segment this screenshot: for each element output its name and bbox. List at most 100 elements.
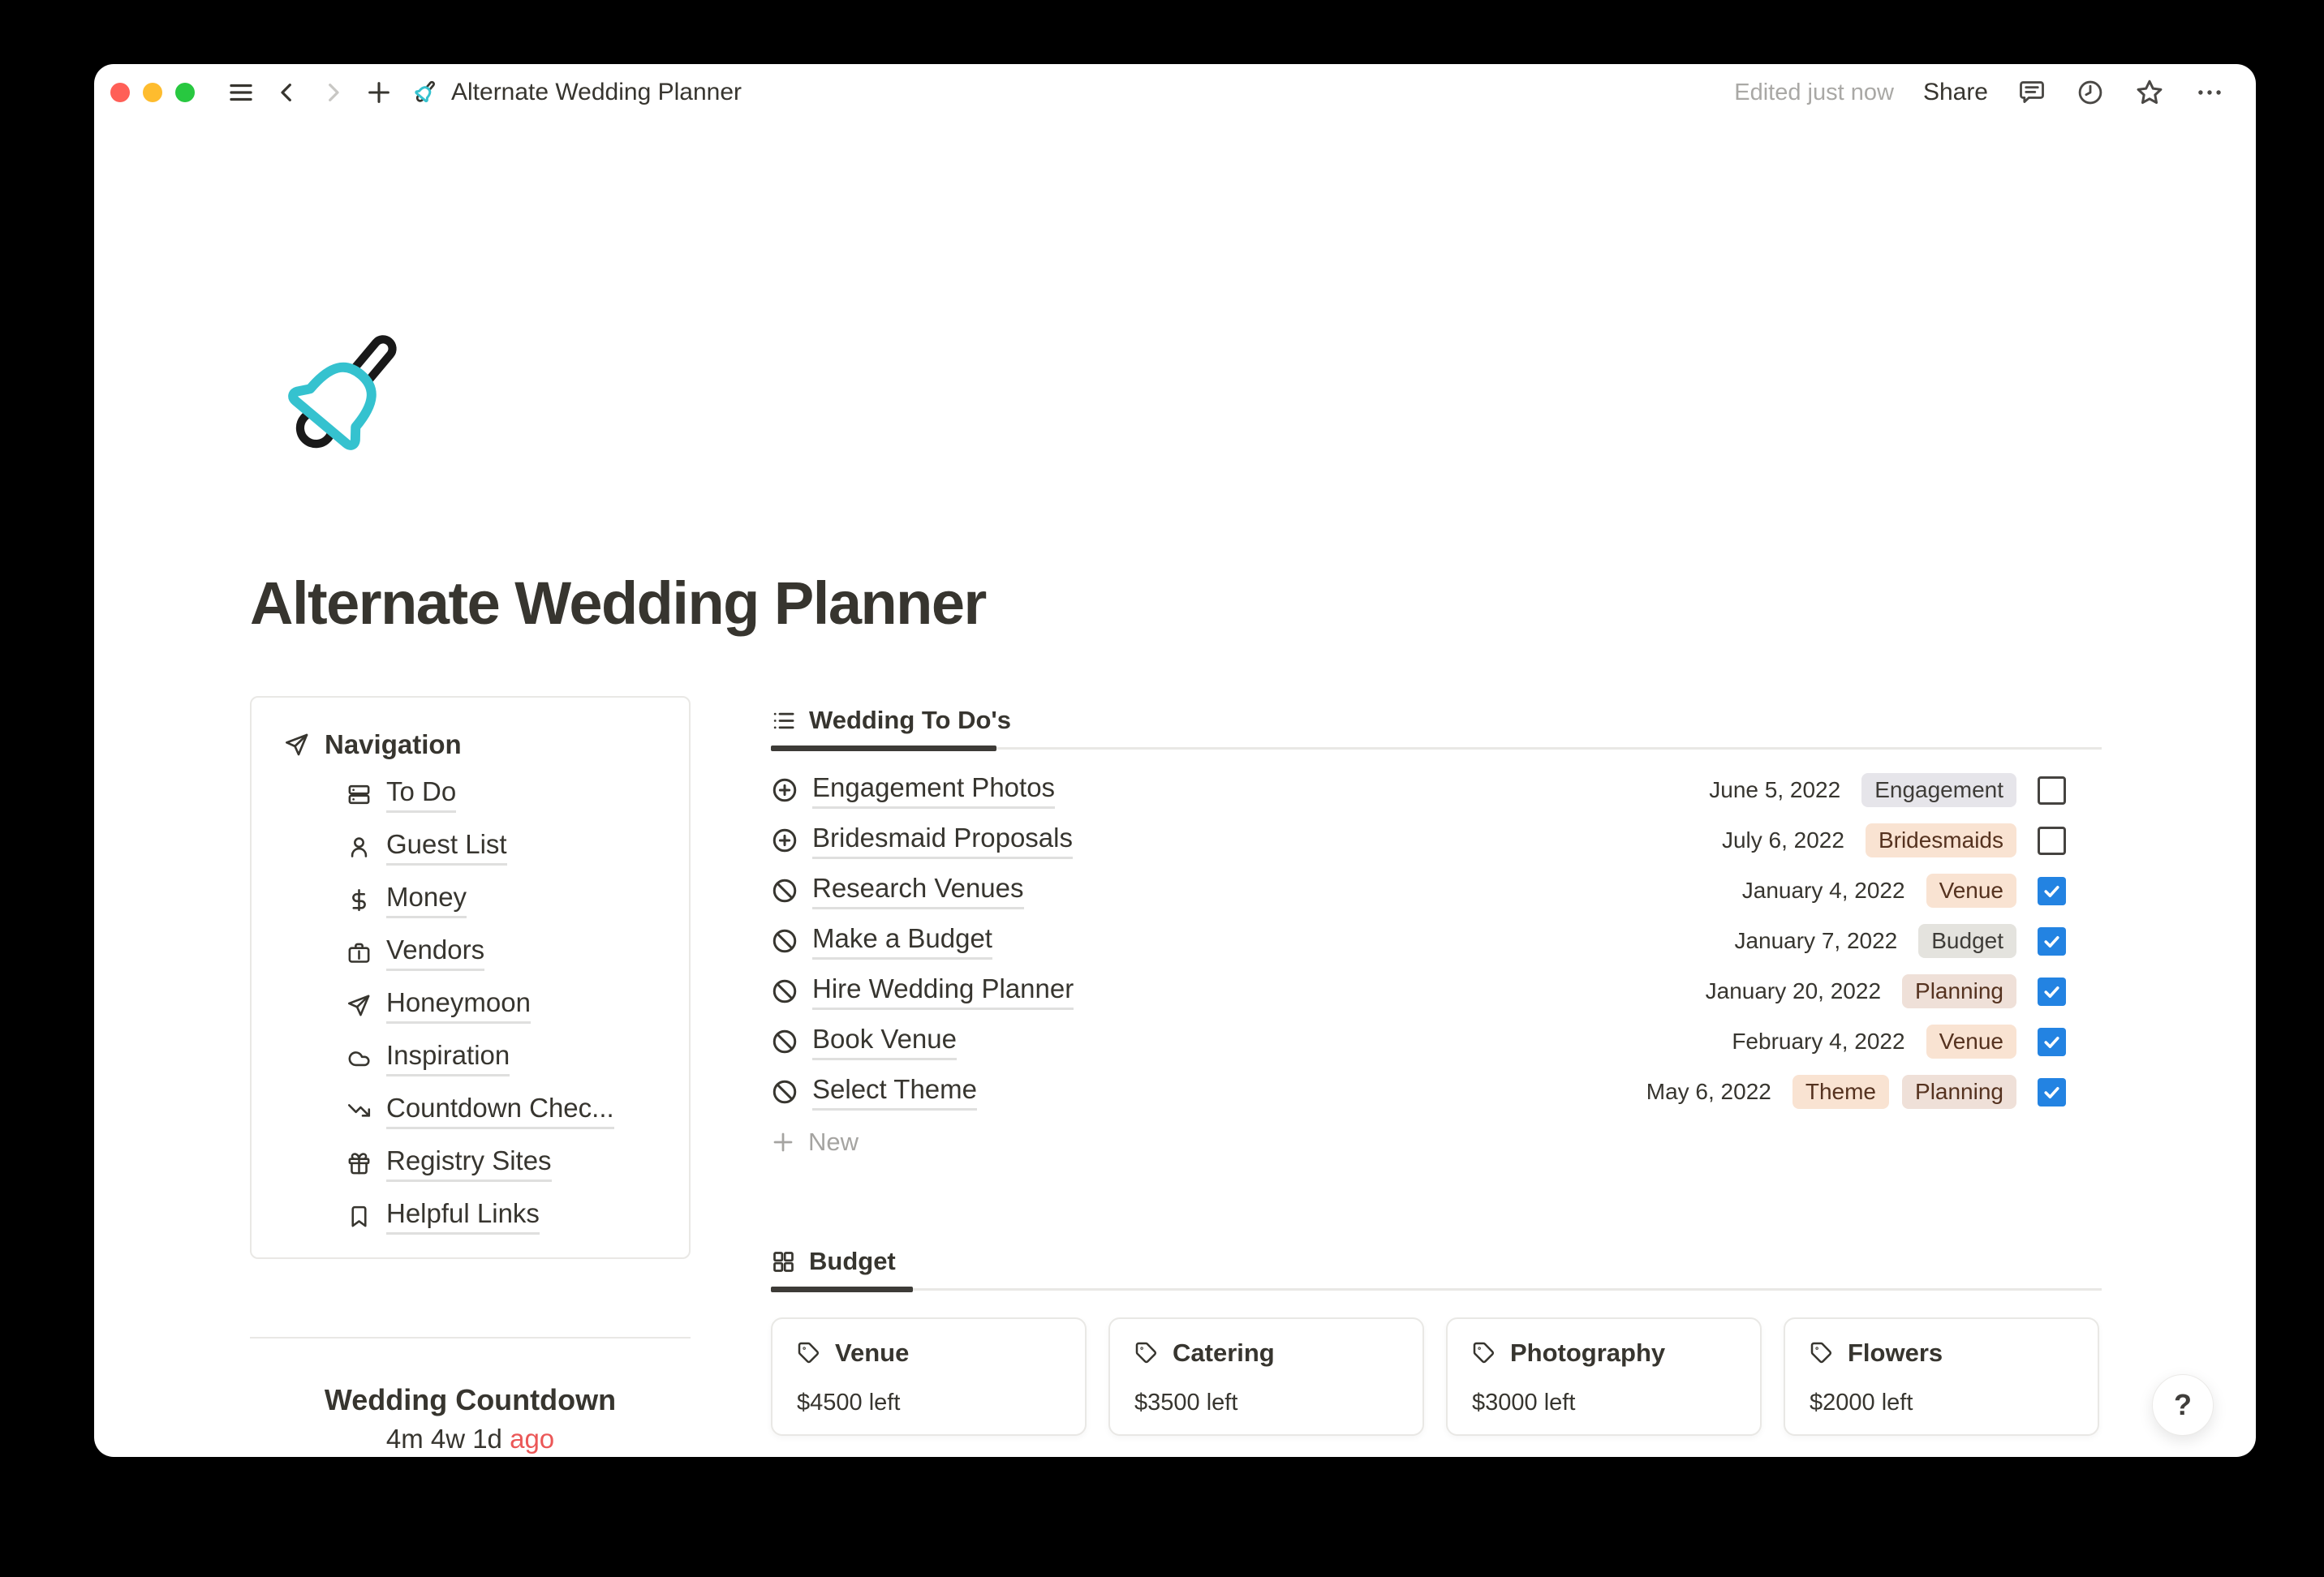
favorite-star-icon[interactable] xyxy=(2134,77,2165,108)
sidebar-menu-icon[interactable] xyxy=(227,79,255,106)
app-window: Alternate Wedding Planner Edited just no… xyxy=(94,64,2256,1457)
tag-pill[interactable]: Bridesmaids xyxy=(1865,823,2016,857)
todo-row: Hire Wedding Planner January 20, 2022 Pl… xyxy=(771,966,2102,1016)
nav-item-inspiration[interactable]: Inspiration xyxy=(346,1032,689,1085)
new-page-icon[interactable] xyxy=(365,79,393,106)
circle-plus-icon[interactable] xyxy=(771,827,798,854)
minimize-window-button[interactable] xyxy=(143,83,162,102)
tag-pill[interactable]: Venue xyxy=(1926,1025,2016,1059)
back-icon[interactable] xyxy=(274,79,300,105)
share-button[interactable]: Share xyxy=(1923,79,1988,106)
done-checkbox[interactable] xyxy=(2038,776,2066,805)
nav-item-helpful-links[interactable]: Helpful Links xyxy=(346,1190,689,1243)
tab-budget[interactable]: Budget xyxy=(771,1237,896,1286)
budget-card-catering[interactable]: Catering $3500 left xyxy=(1108,1317,1424,1436)
circle-plus-icon[interactable] xyxy=(771,776,798,804)
nav-item-countdown-checklist[interactable]: Countdown Chec... xyxy=(346,1085,689,1137)
budget-card-photography[interactable]: Photography $3000 left xyxy=(1446,1317,1762,1436)
done-checkbox[interactable] xyxy=(2038,977,2066,1006)
circle-slash-icon[interactable] xyxy=(771,877,798,905)
budget-card-venue[interactable]: Venue $4500 left xyxy=(771,1317,1087,1436)
budget-card-title: Photography xyxy=(1510,1339,1666,1367)
history-clock-icon[interactable] xyxy=(2076,78,2105,107)
hand-bell-icon[interactable] xyxy=(271,299,409,494)
tag-pill[interactable]: Planning xyxy=(1902,974,2016,1008)
todo-list: Engagement Photos June 5, 2022 Engagemen… xyxy=(771,765,2102,1117)
todo-title-link[interactable]: Book Venue xyxy=(812,1024,957,1060)
divider xyxy=(250,1337,691,1339)
budget-card-flowers[interactable]: Flowers $2000 left xyxy=(1784,1317,2099,1436)
budget-tab-header: Budget xyxy=(771,1237,2102,1292)
todo-row: Book Venue February 4, 2022 Venue xyxy=(771,1016,2102,1067)
tag-icon xyxy=(1135,1342,1157,1364)
todo-row: Bridesmaid Proposals July 6, 2022 Brides… xyxy=(771,815,2102,866)
tag-pill[interactable]: Theme xyxy=(1792,1075,1890,1109)
gallery-view-icon xyxy=(773,1251,794,1272)
nav-item-honeymoon[interactable]: Honeymoon xyxy=(346,979,689,1032)
nav-item-guest-list[interactable]: Guest List xyxy=(346,821,689,874)
tag-icon xyxy=(1473,1342,1495,1364)
due-date[interactable]: June 5, 2022 xyxy=(1709,777,1840,803)
nav-item-label: Registry Sites xyxy=(386,1145,552,1182)
comments-icon[interactable] xyxy=(2017,78,2046,107)
gift-icon xyxy=(348,1153,370,1175)
done-checkbox[interactable] xyxy=(2038,1077,2066,1106)
nav-item-vendors[interactable]: Vendors xyxy=(346,926,689,979)
main-content: Wedding To Do's Engagement Photos June 5… xyxy=(771,696,2102,1436)
forward-icon[interactable] xyxy=(320,79,346,105)
due-date[interactable]: January 4, 2022 xyxy=(1742,878,1905,904)
more-options-icon[interactable] xyxy=(2194,77,2225,108)
new-todo-button[interactable]: New xyxy=(771,1117,2102,1167)
paper-plane-icon xyxy=(286,733,308,756)
breadcrumb-page-title[interactable]: Alternate Wedding Planner xyxy=(451,79,742,106)
todo-title-link[interactable]: Make a Budget xyxy=(812,923,992,960)
due-date[interactable]: May 6, 2022 xyxy=(1646,1079,1771,1105)
todo-title-link[interactable]: Bridesmaid Proposals xyxy=(812,823,1073,859)
nav-item-money[interactable]: Money xyxy=(346,874,689,926)
todo-tab-header: Wedding To Do's xyxy=(771,696,2102,751)
close-window-button[interactable] xyxy=(110,83,130,102)
nav-item-label: Helpful Links xyxy=(386,1198,540,1235)
due-date[interactable]: January 20, 2022 xyxy=(1706,978,1881,1004)
bookmark-icon xyxy=(351,1205,367,1227)
circle-slash-icon[interactable] xyxy=(771,1028,798,1055)
tag-pill[interactable]: Budget xyxy=(1918,924,2016,958)
tag-pill[interactable]: Planning xyxy=(1902,1075,2016,1109)
budget-card-title: Catering xyxy=(1173,1339,1275,1367)
circle-slash-icon[interactable] xyxy=(771,927,798,955)
zoom-window-button[interactable] xyxy=(175,83,195,102)
todo-title-link[interactable]: Engagement Photos xyxy=(812,772,1056,809)
tab-wedding-to-dos[interactable]: Wedding To Do's xyxy=(771,696,1011,745)
nav-item-label: Honeymoon xyxy=(386,987,531,1024)
budget-card-amount: $4500 left xyxy=(797,1390,901,1416)
todo-title-link[interactable]: Select Theme xyxy=(812,1074,977,1111)
circle-slash-icon[interactable] xyxy=(771,1078,798,1106)
help-button[interactable]: ? xyxy=(2152,1374,2214,1436)
todo-title-link[interactable]: Research Venues xyxy=(812,873,1024,909)
done-checkbox[interactable] xyxy=(2038,1027,2066,1056)
trending-down-icon xyxy=(347,1104,371,1117)
due-date[interactable]: February 4, 2022 xyxy=(1732,1029,1904,1055)
new-label: New xyxy=(808,1128,859,1156)
nav-item-to-do[interactable]: To Do xyxy=(346,768,689,821)
edited-status: Edited just now xyxy=(1734,79,1894,105)
done-checkbox[interactable] xyxy=(2038,876,2066,905)
budget-card-title: Flowers xyxy=(1848,1339,1943,1367)
due-date[interactable]: January 7, 2022 xyxy=(1734,928,1897,954)
done-checkbox[interactable] xyxy=(2038,826,2066,855)
tag-pill[interactable]: Engagement xyxy=(1861,773,2016,807)
todo-title-link[interactable]: Hire Wedding Planner xyxy=(812,973,1074,1010)
briefcase-icon xyxy=(348,943,370,963)
nav-item-registry-sites[interactable]: Registry Sites xyxy=(346,1137,689,1190)
todo-row: Engagement Photos June 5, 2022 Engagemen… xyxy=(771,765,2102,815)
countdown-elapsed: 4m 4w 1d xyxy=(385,1424,502,1454)
due-date[interactable]: July 6, 2022 xyxy=(1722,827,1844,853)
circle-slash-icon[interactable] xyxy=(771,978,798,1005)
dollar-icon xyxy=(352,888,366,912)
todo-row: Make a Budget January 7, 2022 Budget xyxy=(771,916,2102,966)
tag-pill[interactable]: Venue xyxy=(1926,874,2016,908)
page-title[interactable]: Alternate Wedding Planner xyxy=(250,569,987,638)
cloud-icon xyxy=(348,1051,370,1067)
wedding-countdown-block: Wedding Countdown 4m 4w 1d ago xyxy=(250,1382,691,1455)
done-checkbox[interactable] xyxy=(2038,926,2066,956)
